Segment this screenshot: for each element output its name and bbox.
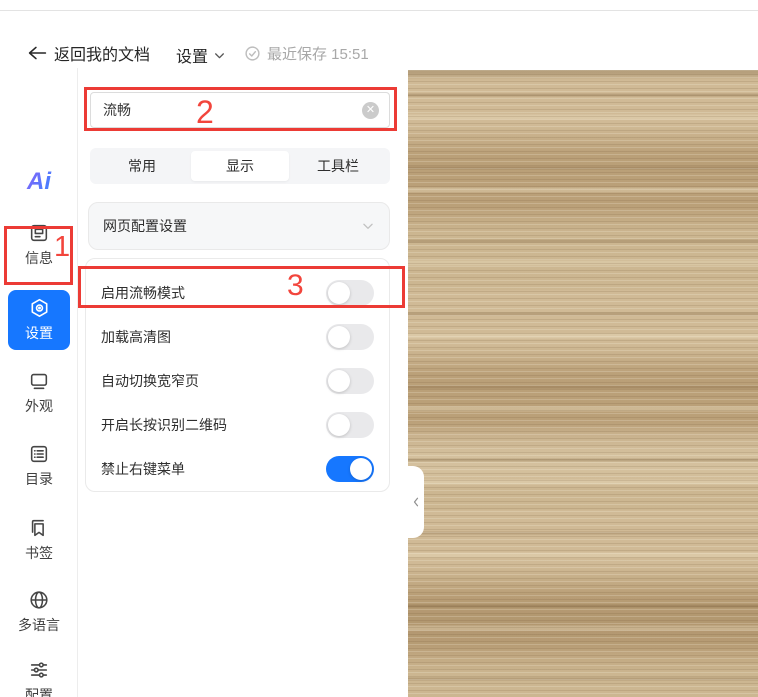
toggle-label: 启用流畅模式	[101, 283, 185, 303]
monitor-icon	[28, 370, 50, 392]
toggle-row-smooth-mode: 启用流畅模式	[101, 271, 374, 315]
context-menu-toggle[interactable]	[326, 456, 374, 482]
info-card-icon	[28, 222, 50, 244]
toggle-row-context-menu: 禁止右键菜单	[101, 447, 374, 491]
collapse-panel-handle[interactable]	[408, 466, 424, 538]
smooth-mode-toggle[interactable]	[326, 280, 374, 306]
list-icon	[28, 443, 50, 465]
sidebar-item-label: 信息	[25, 248, 53, 268]
toggle-label: 自动切换宽窄页	[101, 371, 199, 391]
check-circle-icon	[244, 45, 261, 62]
sidebar-item-bookmark[interactable]: 书签	[0, 517, 78, 563]
document-canvas	[408, 70, 758, 697]
sidebar-item-label: 多语言	[18, 615, 60, 635]
sidebar-item-label: 书签	[25, 543, 53, 563]
settings-menu-button[interactable]: 设置	[176, 43, 226, 67]
back-button[interactable]: 返回我的文档	[28, 41, 150, 65]
sidebar-item-label: 设置	[25, 323, 53, 343]
save-status-text: 最近保存 15:51	[267, 43, 369, 64]
sidebar: Ai 信息 设置 外观	[0, 68, 78, 697]
chevron-down-icon	[361, 219, 375, 233]
toggle-label: 开启长按识别二维码	[101, 415, 227, 435]
toggle-knob	[328, 326, 350, 348]
toggle-label: 禁止右键菜单	[101, 459, 185, 479]
search-box: ✕	[90, 92, 390, 128]
chevron-left-icon	[411, 496, 421, 508]
sidebar-item-config[interactable]: 配置	[0, 659, 78, 697]
topbar: 返回我的文档 设置 最近保存 15:51	[0, 11, 758, 70]
sidebar-item-language[interactable]: 多语言	[0, 589, 78, 635]
toggle-settings-card: 启用流畅模式 加载高清图 自动切换宽窄页 开启长按识别二维码 禁止右键菜单	[85, 258, 390, 492]
app-logo: Ai	[0, 168, 78, 196]
hd-image-toggle[interactable]	[326, 324, 374, 350]
clear-search-icon[interactable]: ✕	[362, 102, 379, 119]
toggle-knob	[350, 458, 372, 480]
app-window: 返回我的文档 设置 最近保存 15:51 Ai	[0, 0, 758, 697]
search-input[interactable]	[103, 102, 362, 118]
save-status: 最近保存 15:51	[244, 43, 369, 64]
web-config-dropdown[interactable]: 网页配置设置	[88, 202, 390, 250]
settings-tabs: 常用 显示 工具栏	[90, 148, 390, 184]
toggle-row-page-width: 自动切换宽窄页	[101, 359, 374, 403]
sidebar-item-info[interactable]: 信息	[0, 222, 78, 268]
sidebar-item-label: 外观	[25, 396, 53, 416]
dropdown-label: 网页配置设置	[103, 216, 361, 236]
tab-display[interactable]: 显示	[191, 151, 289, 181]
sidebar-item-settings[interactable]: 设置	[8, 290, 70, 350]
gear-icon	[28, 297, 51, 320]
tab-toolbar[interactable]: 工具栏	[289, 151, 387, 181]
tab-common[interactable]: 常用	[93, 151, 191, 181]
back-arrow-icon	[28, 45, 47, 61]
toggle-row-hd-image: 加载高清图	[101, 315, 374, 359]
page-width-toggle[interactable]	[326, 368, 374, 394]
sidebar-item-toc[interactable]: 目录	[0, 443, 78, 489]
settings-menu-label: 设置	[176, 43, 208, 67]
toggle-knob	[328, 370, 350, 392]
back-label: 返回我的文档	[54, 41, 150, 65]
toggle-label: 加载高清图	[101, 327, 171, 347]
bookmark-icon	[28, 517, 50, 539]
sidebar-item-label: 配置	[25, 685, 53, 697]
toggle-row-qrcode: 开启长按识别二维码	[101, 403, 374, 447]
sidebar-item-label: 目录	[25, 469, 53, 489]
sliders-icon	[28, 659, 50, 681]
sidebar-item-appearance[interactable]: 外观	[0, 370, 78, 416]
toggle-knob	[328, 282, 350, 304]
qrcode-toggle[interactable]	[326, 412, 374, 438]
globe-icon	[28, 589, 50, 611]
toggle-knob	[328, 414, 350, 436]
chevron-down-icon	[213, 49, 226, 62]
